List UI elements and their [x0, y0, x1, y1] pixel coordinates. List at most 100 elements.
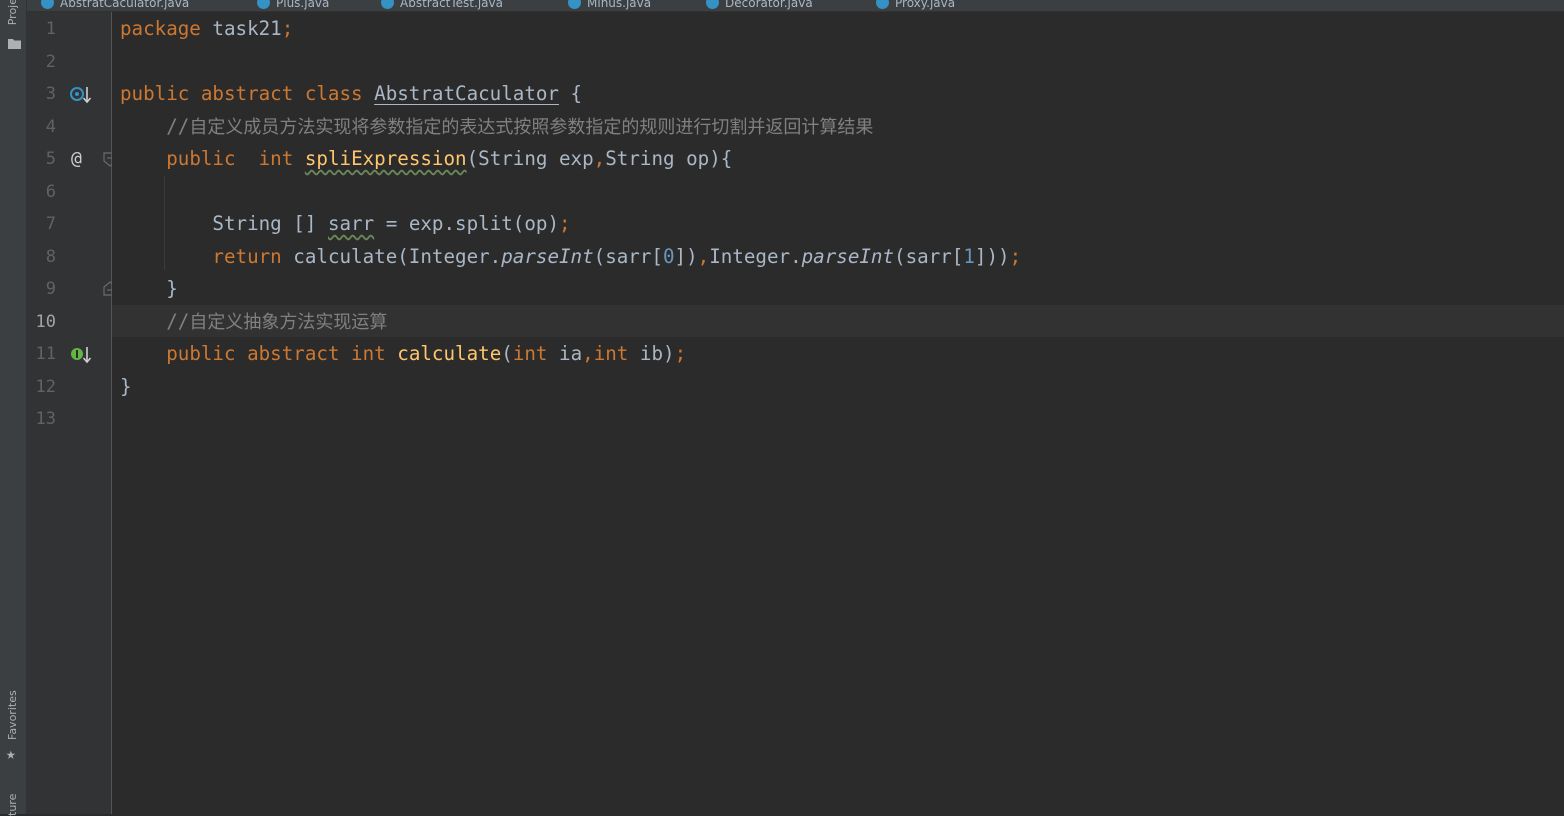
line-number: 5	[45, 149, 56, 169]
keyword: public	[120, 82, 190, 105]
keyword: int	[339, 342, 386, 365]
keyword: int	[235, 147, 294, 170]
code-line-4: //自定义成员方法实现将参数指定的表达式按照参数指定的规则进行切割并返回计算结果	[120, 111, 873, 143]
project-tool-label: Proje	[6, 0, 19, 26]
comma: ,	[593, 147, 606, 170]
implemented-method-icon[interactable]	[69, 345, 93, 365]
code-text: = exp.split(op)	[374, 212, 560, 235]
line-number: 12	[35, 377, 56, 397]
number: 0	[662, 245, 675, 268]
package-name: task21	[200, 17, 282, 40]
line-number: 8	[45, 247, 56, 267]
code-line-12: }	[120, 371, 132, 403]
code-line-1: package task21;	[120, 13, 293, 45]
tab-label: Decorator.java	[725, 0, 813, 10]
comment-slashes: //	[166, 115, 190, 138]
tab-label: Minus.java	[587, 0, 652, 10]
java-class-icon	[41, 0, 54, 9]
brace: }	[166, 277, 178, 300]
code-text: (sarr[	[593, 245, 663, 268]
keyword: int	[593, 342, 629, 365]
static-method: parseInt	[501, 245, 594, 268]
tab-label: AbstractTest.java	[400, 0, 503, 10]
params: (String exp	[466, 147, 594, 170]
code-text: ])	[674, 245, 698, 268]
keyword: return	[212, 245, 282, 268]
keyword: int	[512, 342, 548, 365]
semicolon: ;	[559, 212, 571, 235]
code-line-7: String [] sarr = exp.split(op);	[120, 208, 571, 240]
code-line-9: }	[120, 273, 178, 305]
line-number: 2	[45, 52, 56, 72]
code-line-10: //自定义抽象方法实现运算	[120, 306, 387, 338]
line-number: 9	[45, 279, 56, 299]
star-icon[interactable]: ★	[6, 746, 16, 762]
structure-tool-label: ture	[6, 793, 19, 816]
code-text: calculate(Integer.	[281, 245, 502, 268]
line-number: 6	[45, 182, 56, 202]
semicolon: ;	[1009, 245, 1022, 268]
java-class-icon	[876, 0, 889, 9]
comma: ,	[582, 342, 594, 365]
method-name: calculate	[397, 342, 502, 365]
project-tool-tab[interactable]: Proje	[6, 0, 19, 25]
static-method: parseInt	[801, 245, 895, 268]
variable-name: sarr	[327, 212, 375, 235]
java-class-icon	[257, 0, 270, 9]
paren: (	[501, 342, 513, 365]
semicolon: ;	[674, 342, 687, 365]
code-line-3: public abstract class AbstratCaculator {	[120, 78, 582, 110]
keyword: class	[293, 82, 363, 105]
favorites-tool-label: Favorites	[6, 690, 19, 740]
java-class-icon	[706, 0, 719, 9]
java-class-icon	[568, 0, 581, 9]
line-number: 1	[45, 19, 56, 39]
class-name: AbstratCaculator	[374, 82, 559, 105]
method-name: spliExpression	[304, 147, 467, 170]
line-number-current: 10	[35, 312, 56, 332]
folder-icon[interactable]	[8, 38, 21, 49]
line-number: 7	[45, 214, 56, 234]
tab-minus[interactable]: Minus.java	[568, 0, 651, 11]
comment-text: 自定义成员方法实现将参数指定的表达式按照参数指定的规则进行切割并返回计算结果	[189, 117, 874, 138]
param: ib)	[628, 342, 675, 365]
implemented-icon[interactable]	[69, 85, 93, 105]
code-line-11: public abstract int calculate(int ia,int…	[120, 338, 686, 370]
structure-tool-tab[interactable]: ture	[6, 786, 19, 816]
code-line-8: return calculate(Integer.parseInt(sarr[0…	[120, 241, 1021, 273]
favorites-tool-tab[interactable]: Favorites	[6, 688, 19, 740]
line-number: 13	[35, 409, 56, 429]
code-text: Integer.	[709, 245, 802, 268]
java-class-icon	[381, 0, 394, 9]
keyword: abstract	[235, 342, 340, 365]
tab-abstracttest[interactable]: AbstractTest.java	[381, 0, 503, 11]
left-tool-strip: Proje Favorites ★ ture	[0, 0, 27, 816]
comma: ,	[697, 245, 710, 268]
line-number: 3	[45, 84, 56, 104]
override-at-icon[interactable]: @	[71, 149, 82, 169]
keyword: package	[120, 17, 201, 40]
param: ia	[547, 342, 583, 365]
line-number: 4	[45, 117, 56, 137]
code-editor[interactable]: package task21; public abstract class Ab…	[112, 12, 1564, 814]
code-text: String []	[212, 212, 328, 235]
code-line-5: public int spliExpression(String exp,Str…	[120, 143, 732, 175]
brace: {	[559, 82, 583, 105]
tab-decorator[interactable]: Decorator.java	[706, 0, 813, 11]
comment-text: 自定义抽象方法实现运算	[189, 312, 388, 333]
tab-plus[interactable]: Plus.java	[257, 0, 329, 11]
params: String op){	[605, 147, 733, 170]
tab-label: AbstratCaculator.java	[60, 0, 190, 10]
brace: }	[120, 375, 132, 398]
tab-abstratcaculator[interactable]: AbstratCaculator.java	[41, 0, 246, 11]
tab-label: Proxy.java	[895, 0, 956, 10]
semicolon: ;	[281, 17, 294, 40]
number: 1	[963, 245, 975, 268]
code-text: (sarr[	[894, 245, 964, 268]
editor-gutter[interactable]: 1 2 3 4 5 6 7 8 9 10 11 12 13 @	[27, 12, 117, 814]
tab-proxy[interactable]: Proxy.java	[876, 0, 955, 11]
keyword: public	[166, 147, 236, 170]
